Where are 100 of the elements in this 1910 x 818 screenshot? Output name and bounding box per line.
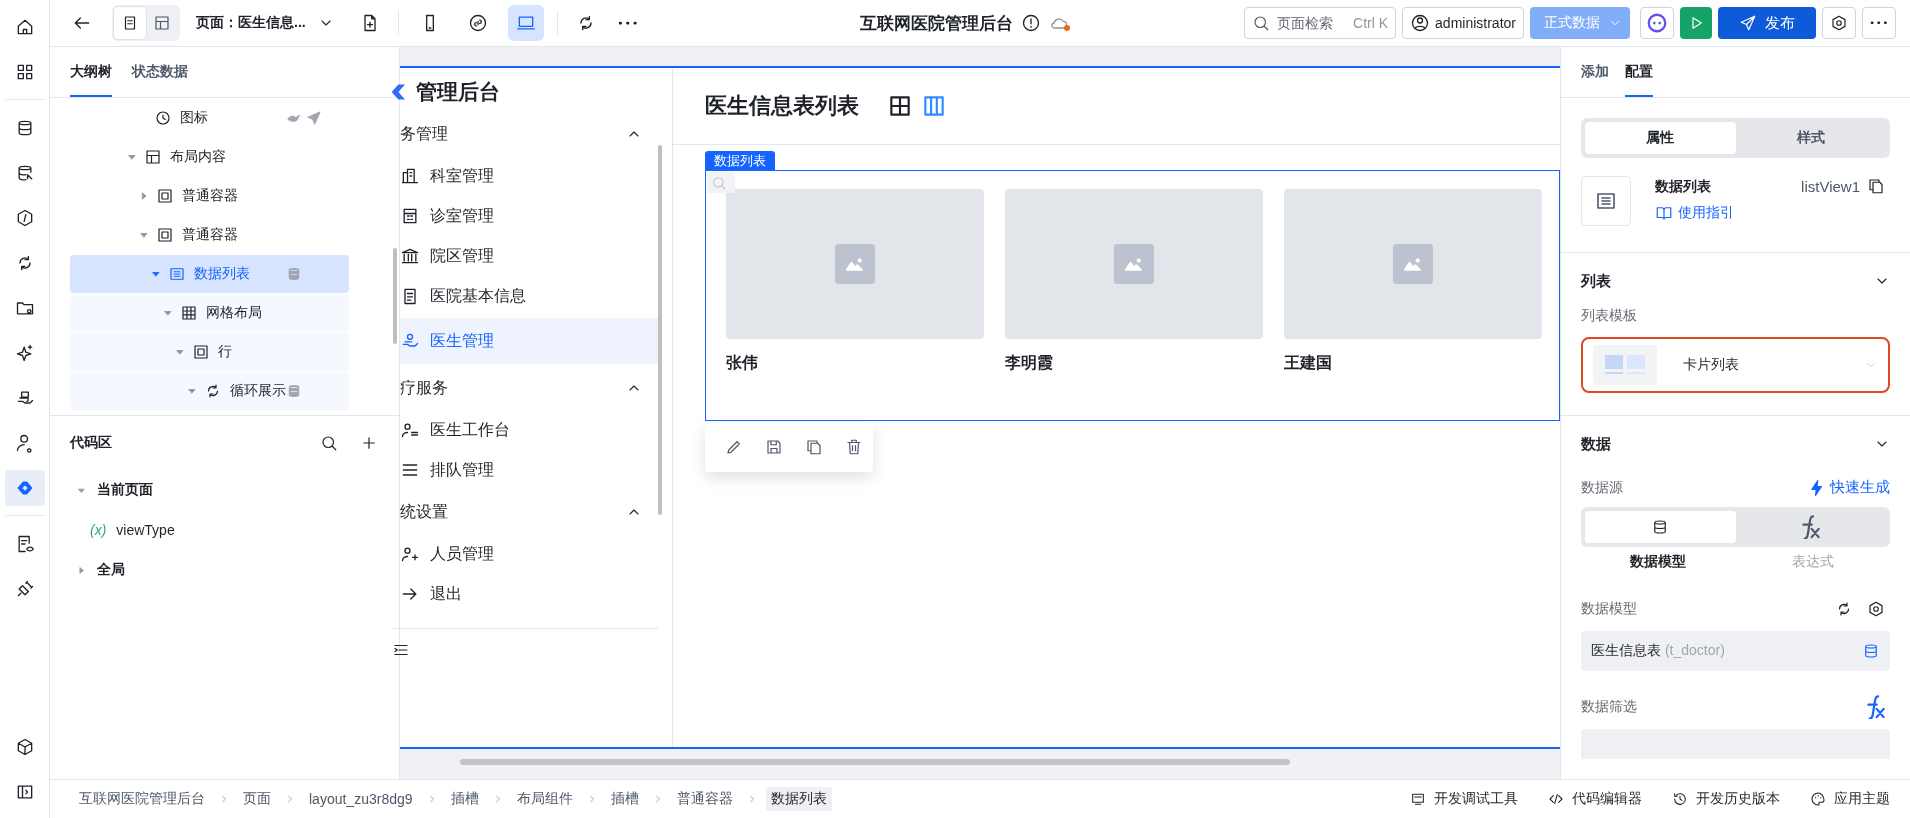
view-toggle-button[interactable] [887,93,913,119]
table-icon [887,93,913,119]
quick-generate-link[interactable]: 快速生成 [1808,478,1890,497]
section-header[interactable]: 列表 [1581,263,1890,299]
footer-tool-button[interactable]: 开发调试工具 [1410,790,1518,808]
view-mode-button[interactable] [114,7,146,39]
component-name: 数据列表 [1655,178,1711,196]
panel-tab[interactable]: 配置 [1625,47,1653,97]
monitor-icon [1410,791,1426,807]
menu-group[interactable]: 疗服务 [400,366,658,410]
tree-item[interactable]: 普通容器 [70,216,349,254]
function-icon [1801,514,1820,540]
search-icon [320,434,338,452]
page-select[interactable]: 页面：医生信息... [196,14,334,32]
component-id: listView1 [1801,177,1860,195]
palette-icon [1810,791,1826,807]
footer-tool-button[interactable]: 应用主题 [1810,790,1890,808]
source-mode-label: 表达式 [1790,553,1835,571]
history-icon [1672,791,1688,807]
footer-tool-button[interactable]: 开发历史版本 [1672,790,1780,808]
panel-tab[interactable]: 状态数据 [132,47,188,97]
card-layout-icon [1593,345,1657,385]
assistant-icon [1646,12,1668,34]
tree-item[interactable]: 网格布局 [70,294,349,332]
section-header[interactable]: 数据 [1581,426,1890,462]
tree-item[interactable]: (x) viewType [70,510,383,550]
send-icon [1739,14,1757,32]
breadcrumb-link[interactable]: 数据列表 [765,787,832,811]
code-icon [1548,791,1564,807]
tree-item[interactable]: 普通容器 [70,177,349,215]
tree-item[interactable]: 全局 [70,550,383,590]
tree-item[interactable]: 当前页面 [70,470,383,510]
clock-icon [154,109,172,127]
menu-group[interactable]: 务管理 [400,112,658,156]
data-list-outline[interactable]: 张伟 李明霞 王建国 [705,170,1560,421]
menu-item[interactable]: 诊室管理 [400,196,658,236]
menu-item[interactable]: 医院基本信息 [400,276,658,316]
trash-icon [845,438,863,456]
menu-item[interactable]: 退出 [400,574,658,614]
send-icon [306,110,322,126]
container-icon [156,187,174,205]
mini-program-icon [467,13,488,33]
edit-icon [725,438,743,456]
view-toggle-button[interactable] [921,93,947,119]
function-icon [1867,694,1885,720]
segment-tab[interactable]: 样式 [1735,122,1886,154]
segment-tab[interactable]: 属性 [1585,122,1736,154]
tree-item[interactable]: 数据列表 [70,255,349,293]
assistant-button[interactable] [1640,7,1674,39]
sparkle-icon [14,343,35,363]
copy-icon [1867,177,1885,195]
panel-tab[interactable]: 添加 [1581,47,1609,97]
search-icon [711,175,727,191]
section-title: 代码区 [70,434,113,452]
columns-icon [921,93,947,119]
scrollbar[interactable] [658,145,662,515]
tree-item[interactable]: 图标 [70,99,349,137]
scrollbar[interactable] [460,759,1290,765]
breadcrumb-link[interactable]: 互联网医院管理后台 [74,787,210,811]
tree-item[interactable]: 布局内容 [70,138,349,176]
publish-button[interactable]: 发布 [1718,7,1816,39]
more-icon [617,19,638,27]
menu-item[interactable]: 院区管理 [400,236,658,276]
layout-icon [153,14,171,32]
menu-item[interactable]: 排队管理 [400,450,658,490]
more-icon [1870,20,1888,26]
breadcrumb-link[interactable]: 页面 [238,787,276,811]
tree-item[interactable]: 行 [70,333,349,371]
footer-tool-button[interactable]: 代码编辑器 [1548,790,1642,808]
user-button[interactable]: administrator [1402,7,1524,39]
menu-item[interactable]: 人员管理 [400,534,658,574]
info-icon [1021,13,1042,33]
breadcrumb-link[interactable]: 布局组件 [511,787,578,811]
menu-item[interactable]: 医生管理 [400,318,658,364]
guide-link[interactable]: 使用指引 [1655,204,1734,222]
data-model-field[interactable]: 医生信息表 (t_doctor) [1581,631,1890,671]
breadcrumb-link[interactable]: 插槽 [445,787,484,811]
building-icon [400,166,420,186]
component-tag: 数据列表 [705,151,775,170]
settings-icon [1867,600,1885,618]
app-name: 管理后台 [416,79,500,105]
menu-group[interactable]: 统设置 [400,490,658,534]
breadcrumb-link[interactable]: 插槽 [605,787,644,811]
settings-icon [1830,14,1848,32]
shortcut-hint: Ctrl K [1353,15,1389,31]
card-title: 张伟 [726,353,758,373]
breadcrumb-link[interactable]: 普通容器 [671,787,738,811]
breadcrumb-link[interactable]: layout_zu3r8dg9 [304,788,418,810]
user-icon [1410,13,1431,33]
panel-tab[interactable]: 大纲树 [70,47,112,97]
copy-icon [805,438,823,456]
tree-item[interactable]: 循环展示 [70,372,349,410]
search-icon [1252,14,1271,32]
menu-item[interactable]: 科室管理 [400,156,658,196]
caret-right-icon [76,564,87,576]
template-select[interactable]: 卡片列表 [1581,337,1890,393]
settings-button[interactable] [1822,7,1856,39]
menu-item[interactable]: 医生工作台 [400,410,658,450]
scrollbar[interactable] [393,248,397,344]
field-label: 列表模板 [1581,307,1638,325]
